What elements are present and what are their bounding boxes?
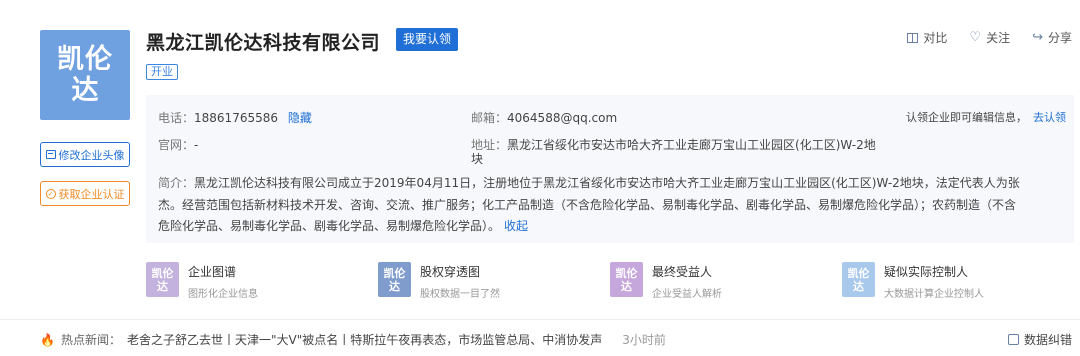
hot-news-time: 3小时前	[622, 333, 666, 347]
feature-actual-controller[interactable]: 凯伦达 疑似实际控制人 大数据计算企业控制人	[842, 262, 984, 300]
claim-hint-row: 认领企业即可编辑信息， 去认领	[906, 109, 1066, 125]
address-value-line1: 黑龙江省绥化市安达市哈大齐工业走廊万宝山工业园区(化工区)W-2地	[507, 138, 876, 152]
logo-text-line2: 达	[71, 75, 99, 106]
claim-button[interactable]: 我要认领	[396, 28, 459, 51]
feature-enterprise-graph[interactable]: 凯伦达 企业图谱 图形化企业信息	[146, 262, 258, 300]
go-claim-link[interactable]: 去认领	[1033, 111, 1066, 124]
phone-label: 电话：	[158, 111, 195, 125]
badge-icon: ✓	[45, 188, 56, 199]
intro-line-3: 危险化学品、易制毒化学品、剧毒化学品、易制爆危险化学品）。	[158, 219, 501, 233]
follow-label: 关注	[986, 31, 1011, 45]
feature-logo-text-1: 凯伦	[615, 266, 638, 280]
company-logo: 凯伦 达	[40, 30, 130, 120]
address-value-line2: 块	[471, 152, 484, 166]
divider	[0, 319, 1080, 320]
hot-news-link[interactable]: 老舍之子舒乙去世丨天津一"大V"被点名丨特斯拉午夜再表态，市场监管总局、中消协发…	[127, 331, 602, 348]
data-correction-button[interactable]: 数据纠错	[1007, 331, 1072, 348]
feature-title: 疑似实际控制人	[884, 265, 969, 279]
feature-logo-text-1: 凯伦	[847, 266, 870, 280]
share-button[interactable]: ↪ 分享	[1032, 29, 1072, 46]
feature-subtitle: 企业受益人解析	[652, 289, 722, 300]
intro-line-1: 黑龙江凯伦达科技有限公司成立于2019年04月11日，注册地位于黑龙江省绥化市安…	[194, 176, 1020, 190]
website-label: 官网：	[158, 138, 195, 152]
feature-logo-text-1: 凯伦	[383, 266, 406, 280]
follow-button[interactable]: ♡ 关注	[969, 29, 1010, 46]
intro-label: 简介：	[158, 176, 195, 190]
share-icon: ↪	[1032, 29, 1043, 45]
hot-news-label: 热点新闻：	[60, 333, 121, 347]
feature-logo-text-2: 达	[621, 279, 632, 293]
get-certification-button[interactable]: ✓ 获取企业认证	[40, 181, 130, 206]
company-name: 黑龙江凯伦达科技有限公司	[146, 32, 381, 54]
feature-title: 股权穿透图	[420, 265, 481, 279]
feature-logo-icon: 凯伦达	[610, 262, 643, 297]
info-panel: 电话：18861765586 隐藏 邮箱：4064588@qq.com 认领企业…	[146, 95, 1074, 243]
hide-phone-link[interactable]: 隐藏	[288, 111, 312, 125]
edit-avatar-label: 修改企业头像	[58, 148, 125, 162]
report-icon	[1007, 334, 1019, 345]
feature-logo-text-2: 达	[853, 279, 864, 293]
phone-value: 18861765586	[194, 111, 278, 125]
status-badge: 开业	[146, 64, 178, 80]
feature-logo-text-2: 达	[389, 279, 400, 293]
feature-subtitle: 股权数据一目了然	[420, 289, 500, 300]
top-actions: 对比 ♡ 关注 ↪ 分享	[907, 29, 1072, 46]
feature-logo-text-2: 达	[157, 279, 168, 293]
feature-subtitle: 图形化企业信息	[188, 289, 258, 300]
data-correction-label: 数据纠错	[1023, 333, 1072, 347]
compare-button[interactable]: 对比	[907, 29, 947, 46]
edit-avatar-button[interactable]: 修改企业头像	[40, 142, 130, 167]
email-value: 4064588@qq.com	[507, 111, 618, 125]
feature-title: 企业图谱	[188, 265, 237, 279]
feature-title: 最终受益人	[652, 265, 713, 279]
feature-logo-text-1: 凯伦	[151, 266, 174, 280]
feature-logo-icon: 凯伦达	[842, 262, 875, 297]
phone-row: 电话：18861765586 隐藏	[158, 109, 312, 126]
logo-text-line1: 凯伦	[57, 44, 113, 75]
intro-row-3: 危险化学品、易制毒化学品、剧毒化学品、易制爆危险化学品）。 收起	[158, 217, 528, 234]
website-row: 官网：-	[158, 136, 198, 153]
feature-logo-icon: 凯伦达	[146, 262, 179, 297]
intro-row-2: 杰。经营范围包括新材料技术开发、咨询、交流、推广服务；化工产品制造（不含危险化学…	[158, 196, 1016, 213]
address-row-cont: 块	[471, 150, 483, 167]
intro-line-2: 杰。经营范围包括新材料技术开发、咨询、交流、推广服务；化工产品制造（不含危险化学…	[158, 198, 1017, 212]
image-icon	[45, 150, 56, 159]
feature-logo-icon: 凯伦达	[378, 262, 411, 297]
address-row: 地址：黑龙江省绥化市安达市哈大齐工业走廊万宝山工业园区(化工区)W-2地	[471, 136, 876, 153]
claim-hint-text: 认领企业即可编辑信息，	[906, 111, 1027, 124]
email-row: 邮箱：4064588@qq.com	[471, 109, 617, 126]
heart-icon: ♡	[969, 29, 982, 45]
share-label: 分享	[1047, 31, 1072, 45]
feature-equity-chart[interactable]: 凯伦达 股权穿透图 股权数据一目了然	[378, 262, 500, 300]
fire-icon: 🔥	[40, 332, 55, 347]
website-value: -	[194, 138, 199, 152]
hot-news-bar: 🔥 热点新闻： 老舍之子舒乙去世丨天津一"大V"被点名丨特斯拉午夜再表态，市场监…	[40, 331, 666, 348]
collapse-link[interactable]: 收起	[504, 219, 528, 233]
feature-list: 凯伦达 企业图谱 图形化企业信息 凯伦达 股权穿透图 股权数据一目了然 凯伦达 …	[146, 262, 1074, 300]
compare-icon	[907, 32, 919, 43]
get-certification-label: 获取企业认证	[58, 187, 125, 201]
feature-subtitle: 大数据计算企业控制人	[884, 289, 984, 300]
intro-row-1: 简介：黑龙江凯伦达科技有限公司成立于2019年04月11日，注册地位于黑龙江省绥…	[158, 174, 1020, 191]
email-label: 邮箱：	[471, 111, 508, 125]
feature-beneficiary[interactable]: 凯伦达 最终受益人 企业受益人解析	[610, 262, 722, 300]
compare-label: 对比	[923, 31, 948, 45]
